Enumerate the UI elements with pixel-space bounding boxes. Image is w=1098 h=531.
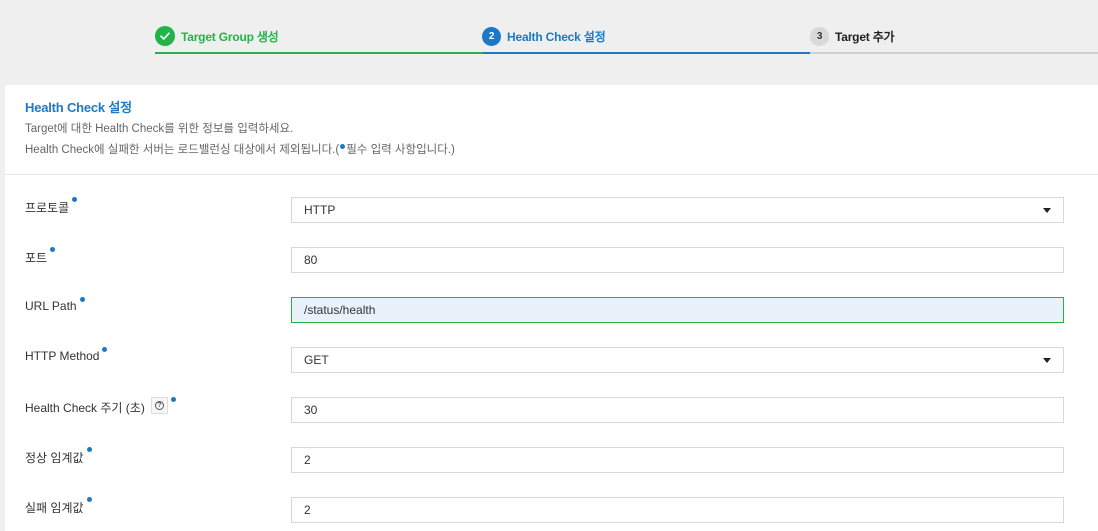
http-method-select[interactable]: GET bbox=[291, 347, 1064, 373]
required-dot-icon bbox=[72, 197, 78, 202]
description-line-1: Target에 대한 Health Check를 위한 정보를 입력하세요. bbox=[25, 123, 294, 135]
label-text: 정상 임계값 bbox=[25, 451, 84, 465]
label-text: 실패 임계값 bbox=[25, 501, 84, 515]
protocol-row: 프로토콜 HTTP bbox=[5, 197, 1098, 223]
url-path-label: URL Path bbox=[25, 297, 85, 321]
step-progress-bar-pending bbox=[810, 52, 1098, 54]
unhealthy-threshold-row: 실패 임계값 2 bbox=[5, 497, 1098, 523]
label-text: HTTP Method bbox=[25, 349, 100, 363]
page-title: Health Check 설정 bbox=[25, 100, 132, 115]
interval-label: Health Check 주기 (초)? bbox=[25, 397, 176, 421]
port-label: 포트 bbox=[25, 247, 56, 271]
unhealthy-threshold-label: 실패 임계값 bbox=[25, 497, 92, 521]
step-number: 3 bbox=[810, 26, 829, 46]
help-icon[interactable]: ? bbox=[150, 397, 168, 414]
required-dot-icon bbox=[79, 297, 85, 302]
protocol-label: 프로토콜 bbox=[25, 197, 78, 221]
required-dot-icon bbox=[340, 144, 346, 149]
step-health-check[interactable]: 2 Health Check 설정 bbox=[482, 24, 606, 48]
unhealthy-threshold-input[interactable]: 2 bbox=[291, 497, 1064, 523]
step-add-target[interactable]: 3 Target 추가 bbox=[810, 24, 895, 48]
http-method-row: HTTP Method GET bbox=[5, 347, 1098, 373]
interval-input[interactable]: 30 bbox=[291, 397, 1064, 423]
port-row: 포트 80 bbox=[5, 247, 1098, 273]
label-text: 포트 bbox=[25, 251, 48, 265]
description-text: Health Check에 실패한 서버는 로드밸런싱 대상에서 제외됩니다.( bbox=[25, 144, 340, 156]
step-label: Target 추가 bbox=[835, 29, 895, 44]
step-number: 2 bbox=[482, 26, 501, 46]
required-dot-icon bbox=[170, 397, 176, 402]
required-dot-icon bbox=[102, 347, 108, 352]
interval-row: Health Check 주기 (초)? 30 bbox=[5, 397, 1098, 423]
stepper: Target Group 생성 2 Health Check 설정 3 Targ… bbox=[0, 0, 1098, 70]
healthy-threshold-label: 정상 임계값 bbox=[25, 447, 92, 471]
label-text: Health Check 주기 (초) bbox=[25, 401, 145, 415]
caret-down-icon bbox=[1043, 208, 1051, 213]
description-text: 필수 입력 사항입니다.) bbox=[346, 144, 455, 156]
health-check-panel: Health Check 설정 Target에 대한 Health Check를… bbox=[5, 85, 1098, 531]
step-label: Health Check 설정 bbox=[507, 29, 606, 44]
protocol-select[interactable]: HTTP bbox=[291, 197, 1064, 223]
select-value: GET bbox=[304, 353, 329, 367]
port-input[interactable]: 80 bbox=[291, 247, 1064, 273]
required-dot-icon bbox=[86, 447, 92, 452]
step-progress-bar-active bbox=[483, 52, 810, 54]
url-path-input[interactable]: /status/health bbox=[291, 297, 1064, 323]
http-method-label: HTTP Method bbox=[25, 347, 108, 371]
required-dot-icon bbox=[50, 247, 56, 252]
label-text: 프로토콜 bbox=[25, 201, 70, 215]
description-line-2: Health Check에 실패한 서버는 로드밸런싱 대상에서 제외됩니다.(… bbox=[25, 143, 1078, 158]
step-label: Target Group 생성 bbox=[181, 29, 279, 44]
select-value: HTTP bbox=[304, 203, 336, 217]
healthy-threshold-input[interactable]: 2 bbox=[291, 447, 1064, 473]
caret-down-icon bbox=[1043, 358, 1051, 363]
step-progress-bar-done bbox=[155, 52, 483, 54]
label-text: URL Path bbox=[25, 299, 77, 313]
check-icon bbox=[155, 26, 175, 46]
url-path-row: URL Path /status/health bbox=[5, 297, 1098, 323]
required-dot-icon bbox=[86, 497, 92, 502]
panel-header: Health Check 설정 Target에 대한 Health Check를… bbox=[5, 85, 1098, 175]
healthy-threshold-row: 정상 임계값 2 bbox=[5, 447, 1098, 473]
step-target-group[interactable]: Target Group 생성 bbox=[155, 24, 279, 48]
